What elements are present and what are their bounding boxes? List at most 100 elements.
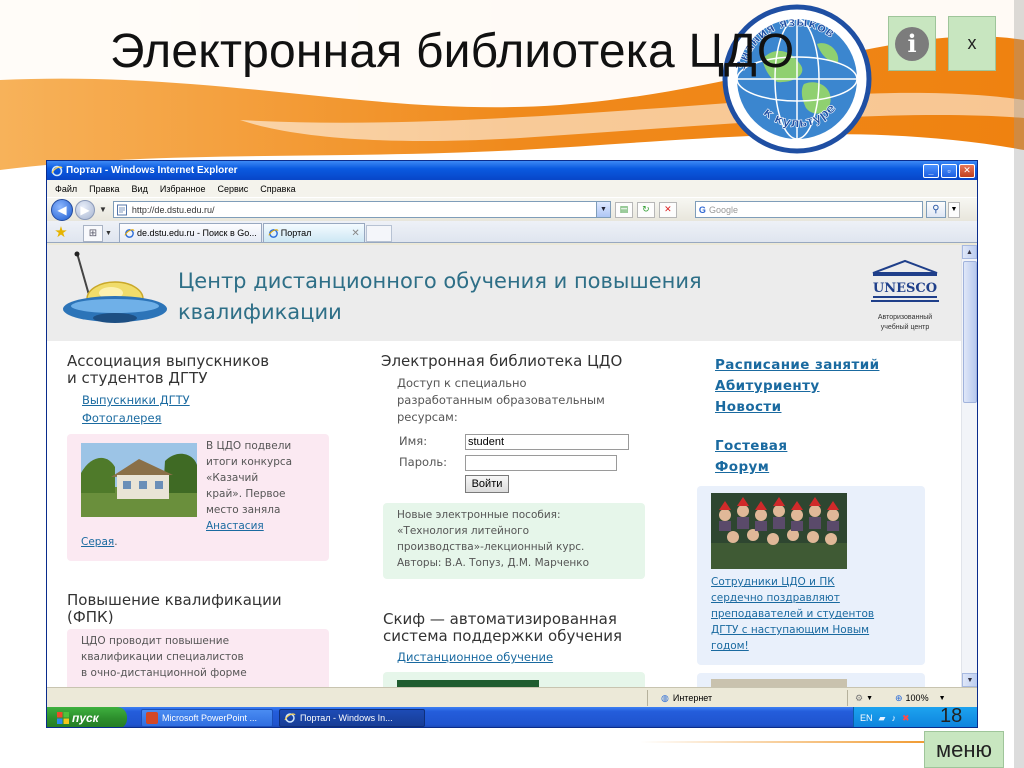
unesco-badge: UNESCO Авторизованный учебный центр	[865, 259, 945, 332]
unesco-caption-1: Авторизованный	[877, 314, 933, 321]
login-input[interactable]: student	[465, 434, 629, 450]
unesco-caption-2: учебный центр	[880, 324, 930, 331]
new-year-news-link[interactable]: Сотрудники ЦДО и ПК сердечно поздравляют…	[711, 574, 874, 654]
applicant-link[interactable]: Абитуриенту	[715, 378, 820, 394]
zoom-control[interactable]: ⊕ 100% ▼	[895, 691, 946, 705]
info-button[interactable]: i	[888, 16, 936, 71]
tray-antivirus-icon[interactable]: ✖	[902, 713, 910, 724]
desc-line: Доступ к специально	[397, 376, 527, 390]
window-title: Портал - Windows Internet Explorer	[66, 165, 238, 176]
contest-winner-line: Серая.	[81, 534, 118, 550]
search-icon[interactable]: ⚲	[925, 201, 946, 218]
menu-bar: Файл Правка Вид Избранное Сервис Справка	[47, 180, 977, 197]
svg-text:UNESCO: UNESCO	[873, 281, 937, 296]
ie-window: Портал - Windows Internet Explorer _ ▫ ✕…	[46, 160, 978, 728]
manuals-line: Новые электронные пособия:	[397, 509, 561, 521]
vertical-scrollbar[interactable]: ▲ ▼	[961, 245, 977, 687]
unesco-logo: UNESCO	[871, 259, 939, 302]
zoom-dropdown-icon[interactable]: ▼	[939, 695, 946, 702]
fpk-heading: Повышение квалификации (ФПК)	[67, 592, 282, 626]
tab-close-icon[interactable]: ✕	[351, 228, 359, 239]
new-manuals-text: Новые электронные пособия: «Технология л…	[397, 507, 589, 571]
tray-network-icon[interactable]: ▰	[879, 713, 886, 724]
history-dropdown-icon[interactable]: ▼	[99, 205, 107, 214]
taskbar-powerpoint[interactable]: Microsoft PowerPoint ...	[141, 709, 273, 727]
link-gallery[interactable]: Фотогалерея	[82, 411, 161, 425]
windows-taskbar: пуск Microsoft PowerPoint ... Портал - W…	[47, 707, 977, 727]
assoc-heading-line2: и студентов ДГТУ	[67, 369, 208, 387]
address-bar[interactable]: http://de.dstu.edu.ru/ ▼	[112, 201, 611, 218]
site-title-line1: Центр дистанционного обучения и повышени…	[178, 269, 702, 293]
schedule-link[interactable]: Расписание занятий	[715, 357, 879, 373]
info-icon: i	[895, 26, 929, 61]
internet-zone: ◍ Интернет	[661, 691, 712, 705]
address-url: http://de.dstu.edu.ru/	[131, 204, 215, 215]
fpk-line: ЦДО проводит повышение	[81, 635, 230, 647]
password-input[interactable]	[465, 455, 617, 471]
start-button[interactable]: пуск	[47, 707, 127, 727]
news-line: годом!	[711, 640, 749, 652]
back-button[interactable]: ◀	[51, 198, 73, 221]
taskbar-ie-portal[interactable]: Портал - Windows In...	[279, 709, 425, 727]
tab-list-dropdown-icon[interactable]: ▼	[105, 230, 115, 237]
search-options-icon[interactable]: ▼	[947, 201, 960, 218]
contest-winner-link-2[interactable]: Серая	[81, 536, 114, 548]
ie-tab-icon	[124, 228, 135, 238]
taskbar-item-label: Microsoft PowerPoint ...	[162, 713, 258, 723]
forward-button[interactable]: ▶	[75, 199, 95, 220]
compatibility-icon[interactable]: ▤	[614, 201, 633, 218]
contest-line: В ЦДО подвели	[206, 440, 292, 452]
desc-line: разработанным образовательным	[397, 393, 605, 407]
contest-line: «Казачий	[206, 472, 259, 484]
menu-favorites[interactable]: Избранное	[160, 184, 206, 194]
address-dropdown-icon[interactable]: ▼	[595, 202, 610, 217]
stop-icon[interactable]: ✕	[658, 201, 677, 218]
login-button[interactable]: Войти	[465, 475, 509, 493]
menu-view[interactable]: Вид	[132, 184, 148, 194]
forum-link[interactable]: Форум	[715, 459, 769, 475]
scroll-down-icon[interactable]: ▼	[962, 673, 977, 687]
close-button[interactable]: x	[948, 16, 996, 71]
skif-heading-line2: система поддержки обучения	[383, 627, 623, 645]
quick-tabs-icon[interactable]: ⊞	[83, 225, 103, 242]
distance-learning-link[interactable]: Дистанционное обучение	[397, 650, 553, 664]
news-line: Сотрудники ЦДО и ПК	[711, 576, 835, 588]
menu-button[interactable]: меню	[924, 731, 1004, 768]
news-link[interactable]: Новости	[715, 399, 781, 415]
zone-label: Интернет	[672, 693, 713, 703]
menu-edit[interactable]: Правка	[89, 184, 119, 194]
manuals-line: производства»-лекционный курс.	[397, 541, 585, 553]
fpk-heading-line1: Повышение квалификации	[67, 591, 282, 609]
library-heading: Электронная библиотека ЦДО	[381, 352, 623, 370]
menu-file[interactable]: Файл	[55, 184, 77, 194]
tray-volume-icon[interactable]: ♪	[891, 713, 896, 723]
assoc-heading: Ассоциация выпускников и студентов ДГТУ	[67, 353, 269, 387]
tab-label: de.dstu.edu.ru - Поиск в Go...	[137, 228, 257, 238]
contest-winner-link[interactable]: Анастасия	[206, 518, 264, 534]
menu-help[interactable]: Справка	[260, 184, 295, 194]
tab-search[interactable]: de.dstu.edu.ru - Поиск в Go...	[119, 223, 262, 242]
link-graduates[interactable]: Выпускники ДГТУ	[82, 393, 190, 407]
menu-tools[interactable]: Сервис	[217, 184, 248, 194]
news-photo-bottom	[711, 679, 847, 687]
window-titlebar: Портал - Windows Internet Explorer _ ▫ ✕	[47, 161, 977, 180]
window-close-button[interactable]: ✕	[959, 163, 975, 178]
new-tab-button[interactable]	[365, 225, 392, 242]
slide-number: 18	[940, 705, 963, 727]
refresh-icon[interactable]: ↻	[636, 201, 655, 218]
news-line: сердечно поздравляют	[711, 592, 840, 604]
maximize-button[interactable]: ▫	[941, 163, 957, 178]
favorites-star-icon[interactable]: ★	[51, 222, 71, 242]
protected-mode-icon[interactable]: ⚙ ▼	[855, 691, 873, 705]
ie-tab-icon	[268, 228, 279, 238]
search-input[interactable]: G Google	[694, 201, 923, 218]
globe-icon: ◍	[661, 692, 669, 703]
tab-portal[interactable]: Портал ✕	[262, 223, 365, 242]
language-indicator[interactable]: EN	[860, 713, 873, 723]
contest-end: .	[114, 536, 118, 548]
news-line: преподавателей и студентов	[711, 608, 875, 620]
scroll-thumb[interactable]	[963, 261, 977, 403]
scroll-up-icon[interactable]: ▲	[962, 245, 977, 259]
minimize-button[interactable]: _	[923, 163, 939, 178]
guestbook-link[interactable]: Гостевая	[715, 438, 787, 454]
